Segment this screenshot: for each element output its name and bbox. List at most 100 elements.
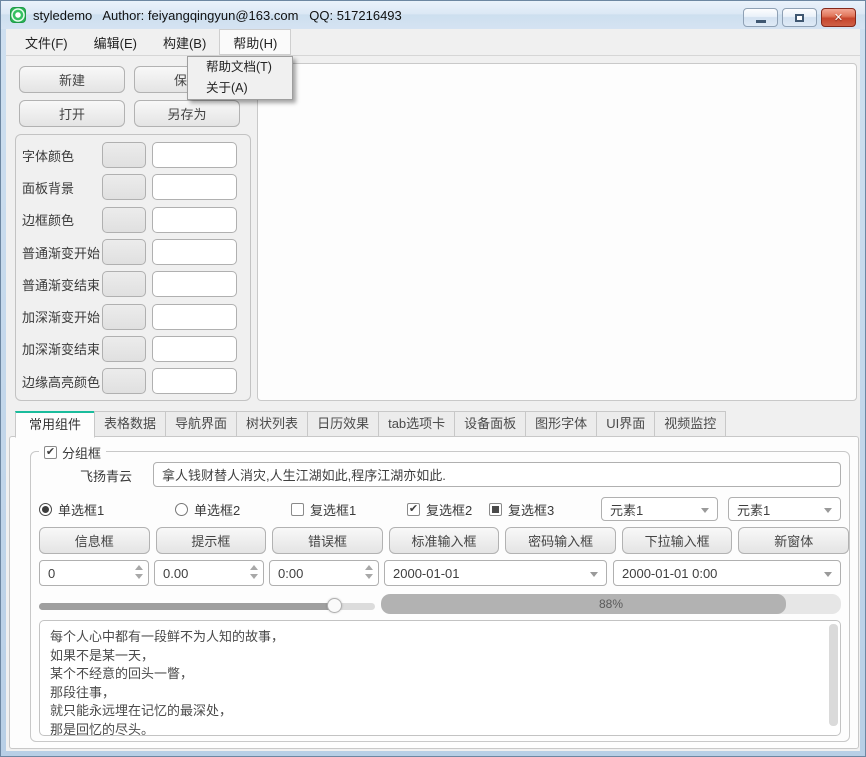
tab-ui[interactable]: UI界面 [596,411,655,437]
color-row-label: 面板背景 [22,178,102,197]
window-controls: ✕ [743,8,856,27]
chevron-down-icon [701,508,709,513]
open-button[interactable]: 打开 [19,100,125,127]
color-row-highlight: 边缘高亮颜色 [22,365,237,397]
app-window: styledemo Author: feiyangqingyun@163.com… [0,0,866,757]
spinner-arrows-icon[interactable] [135,565,143,579]
slider-handle[interactable] [327,598,342,613]
color-pick-button[interactable] [102,271,146,297]
color-pick-button[interactable] [102,174,146,200]
radio-icon [39,503,52,516]
tab-icon-font[interactable]: 图形字体 [525,411,597,437]
groupbox-checkbox[interactable] [44,446,57,459]
color-pick-button[interactable] [102,336,146,362]
story-textarea[interactable]: 每个人心中都有一段鲜不为人知的故事， 如果不是某一天， 某个不经意的回头一瞥， … [39,620,841,736]
groupbox: 分组框 飞扬青云 单选框1 单选框2 复选框1 [30,451,850,742]
combo-box-1[interactable]: 元素1 [601,497,718,521]
author-label: 飞扬青云 [51,466,161,485]
menu-item-about[interactable]: 关于(A) [188,78,292,99]
color-value-input[interactable] [152,271,237,297]
new-window-button[interactable]: 新窗体 [738,527,849,554]
checkbox-option-2[interactable]: 复选框2 [407,498,472,520]
radio-icon [175,503,188,516]
color-pick-button[interactable] [102,304,146,330]
color-value-input[interactable] [152,336,237,362]
menu-item-file[interactable]: 文件(F) [12,29,81,55]
vertical-scrollbar[interactable] [829,624,838,732]
titlebar: styledemo Author: feiyangqingyun@163.com… [1,1,865,29]
radio-option-2[interactable]: 单选框2 [175,498,240,520]
color-value-input[interactable] [152,304,237,330]
tab-device-panel[interactable]: 设备面板 [454,411,526,437]
save-as-button[interactable]: 另存为 [134,100,240,127]
close-button[interactable]: ✕ [821,8,856,27]
scrollbar-thumb[interactable] [829,624,838,726]
time-spinbox[interactable]: 0:00 [269,560,379,586]
checkbox-option-3[interactable]: 复选框3 [489,498,554,520]
slider-fill [39,603,335,610]
color-row-gradient-start: 普通渐变开始 [22,236,237,268]
dropdown-input-button[interactable]: 下拉输入框 [622,527,733,554]
color-value-input[interactable] [152,174,237,200]
color-row-deep-start: 加深渐变开始 [22,300,237,332]
close-icon: ✕ [834,11,843,24]
spinner-arrows-icon[interactable] [365,565,373,579]
double-spinbox[interactable]: 0.00 [154,560,264,586]
tab-common-widgets[interactable]: 常用组件 [15,411,95,438]
tab-nav-ui[interactable]: 导航界面 [165,411,237,437]
combo-box-2[interactable]: 元素1 [728,497,841,521]
author-input[interactable] [153,462,841,487]
menu-item-edit[interactable]: 编辑(E) [81,29,150,55]
color-row-label: 加深渐变开始 [22,307,102,326]
tab-video-monitor[interactable]: 视频监控 [654,411,726,437]
color-row-label: 加深渐变结束 [22,339,102,358]
color-pick-button[interactable] [102,207,146,233]
textarea-line: 每个人心中都有一段鲜不为人知的故事， [50,628,822,647]
dialog-button-row: 信息框 提示框 错误框 标准输入框 密码输入框 下拉输入框 新窗体 [39,527,849,554]
color-row-font: 字体颜色 [22,139,237,171]
color-pick-button[interactable] [102,239,146,265]
tab-tree-list[interactable]: 树状列表 [236,411,308,437]
color-value-input[interactable] [152,142,237,168]
int-spinbox[interactable]: 0 [39,560,149,586]
menu-item-help[interactable]: 帮助(H) [219,29,291,55]
help-dropdown-menu: 帮助文档(T) 关于(A) [187,56,293,100]
radio-option-1[interactable]: 单选框1 [39,498,104,520]
new-button[interactable]: 新建 [19,66,125,93]
password-input-button[interactable]: 密码输入框 [505,527,616,554]
color-row-label: 普通渐变结束 [22,275,102,294]
textarea-line: 某个不经意的回头一瞥， [50,665,822,684]
menu-item-build[interactable]: 构建(B) [150,29,219,55]
checkbox-label: 复选框2 [426,500,472,519]
spin-value: 0.00 [163,566,188,581]
maximize-button[interactable] [782,8,817,27]
datetime-edit[interactable]: 2000-01-01 0:00 [613,560,841,586]
spinner-arrows-icon[interactable] [250,565,258,579]
checkbox-option-1[interactable]: 复选框1 [291,498,356,520]
tab-tab-pages[interactable]: tab选项卡 [378,411,455,437]
tip-box-button[interactable]: 提示框 [156,527,267,554]
minimize-icon [756,20,766,23]
error-box-button[interactable]: 错误框 [272,527,383,554]
minimize-button[interactable] [743,8,778,27]
chevron-down-icon [824,572,832,577]
app-icon [10,7,26,23]
combo-value: 元素1 [610,500,643,519]
color-pick-button[interactable] [102,368,146,394]
checkbox-label: 复选框1 [310,500,356,519]
color-value-input[interactable] [152,207,237,233]
progress-bar: 88% [381,594,841,614]
tab-table-data[interactable]: 表格数据 [94,411,166,437]
menu-item-help-doc[interactable]: 帮助文档(T) [188,57,292,78]
color-value-input[interactable] [152,239,237,265]
spin-value: 0 [48,566,55,581]
tab-pane: 分组框 飞扬青云 单选框1 单选框2 复选框1 [9,436,859,749]
standard-input-button[interactable]: 标准输入框 [389,527,500,554]
info-box-button[interactable]: 信息框 [39,527,150,554]
color-pick-button[interactable] [102,142,146,168]
progress-label: 88% [381,594,841,614]
color-value-input[interactable] [152,368,237,394]
slider[interactable] [39,598,375,614]
tab-calendar[interactable]: 日历效果 [307,411,379,437]
date-edit[interactable]: 2000-01-01 [384,560,607,586]
